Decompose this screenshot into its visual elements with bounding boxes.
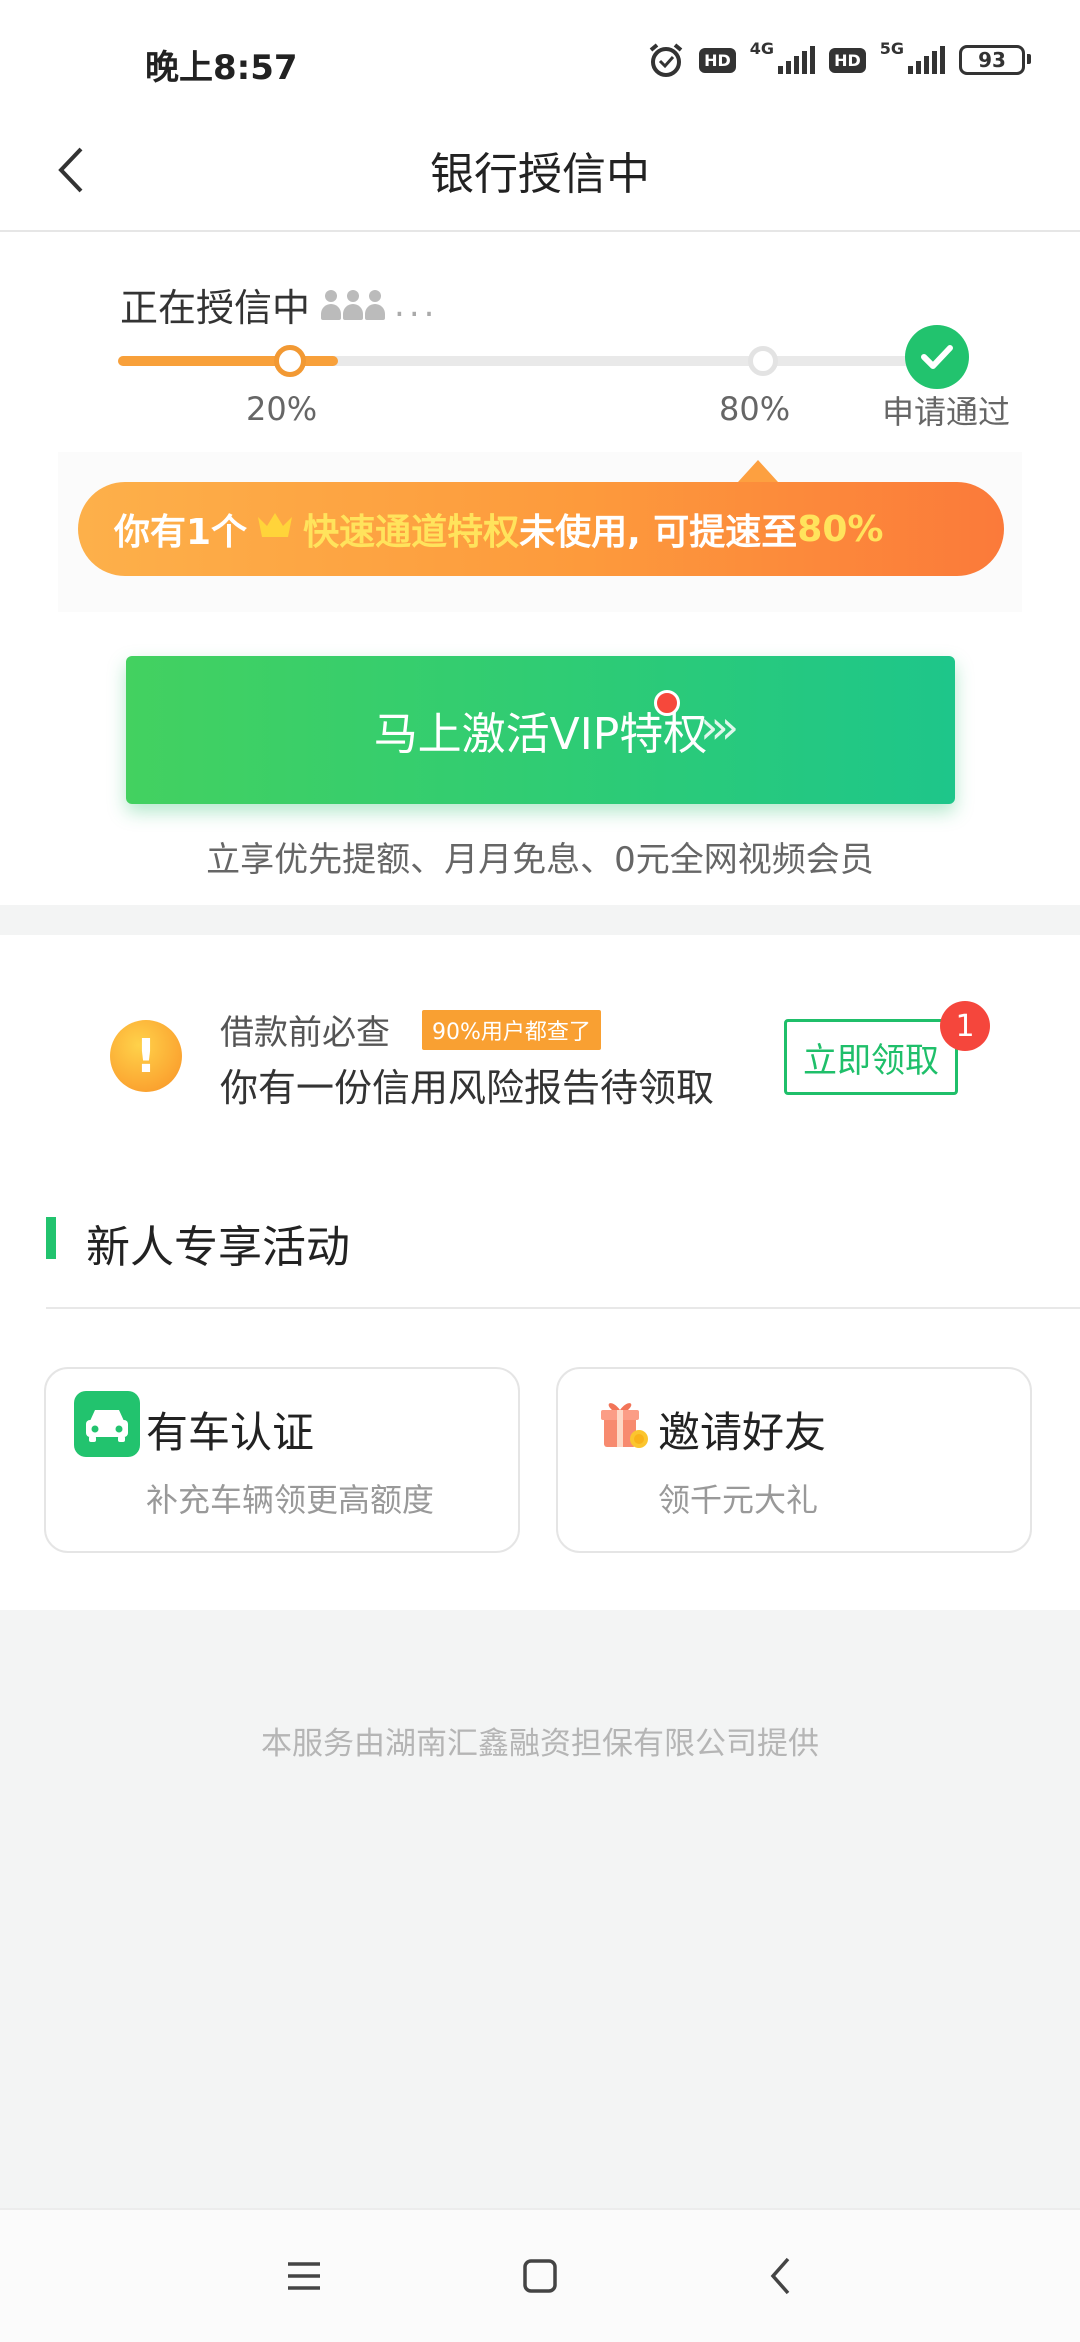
car-card-subtitle: 补充车辆领更高额度 (146, 1481, 435, 1519)
warning-icon: ! (110, 1020, 182, 1092)
home-icon (523, 2259, 557, 2293)
network-4g-label: 4G (749, 38, 775, 58)
invite-card-title: 邀请好友 (658, 1408, 827, 1457)
report-tag: 90%用户都查了 (422, 1010, 601, 1050)
system-back-button[interactable] (720, 2210, 840, 2342)
progress-status-text: 正在授信中 (120, 286, 311, 330)
signal-4g-icon (778, 46, 816, 74)
car-card-title: 有车认证 (146, 1408, 315, 1457)
fast-channel-promo[interactable]: 你有1个 快速通道特权 未使用, 可提速至 80% (78, 482, 1004, 576)
invite-friends-card[interactable]: 邀请好友 领千元大礼 (556, 1367, 1032, 1553)
progress-status: 正在授信中 ... (120, 277, 438, 332)
progress-done-icon (905, 325, 969, 389)
people-icon (320, 289, 386, 320)
promo-pointer (738, 460, 778, 482)
status-bar: 晚上8:57 HD 4G HD 5G 93 (0, 0, 1080, 110)
report-pre-text: 借款前必查 (220, 1013, 390, 1053)
report-main-text: 你有一份信用风险报告待领取 (220, 1066, 715, 1110)
promo-highlight: 快速通道特权 (303, 512, 520, 553)
section-accent-bar (46, 1217, 56, 1259)
page-title: 银行授信中 (430, 149, 650, 200)
status-time: 晚上8:57 (145, 48, 298, 88)
footer-provider-note: 本服务由湖南汇鑫融资担保有限公司提供 (261, 1726, 819, 1762)
car-verification-card[interactable]: 有车认证 补充车辆领更高额度 (44, 1367, 520, 1553)
gift-icon (594, 1393, 654, 1453)
home-button[interactable] (480, 2210, 600, 2342)
promo-text-1: 你有1个 (114, 512, 248, 553)
alarm-icon (649, 43, 683, 77)
battery-icon: 93 (959, 45, 1031, 75)
hd-icon: HD (699, 47, 736, 73)
step-label-approved: 申请通过 (882, 393, 1011, 431)
activate-vip-button[interactable]: 马上激活VIP特权 (126, 656, 955, 804)
hd-icon: HD (829, 47, 866, 73)
network-5g-label: 5G (879, 38, 904, 58)
menu-icon (288, 2262, 320, 2290)
promo-text-2: 未使用, 可提速至 (519, 512, 798, 553)
invite-card-subtitle: 领千元大礼 (658, 1481, 819, 1519)
claim-count-badge: 1 (940, 1001, 990, 1051)
system-navigation-bar (0, 2208, 1080, 2342)
back-icon (770, 2257, 790, 2295)
crown-icon (255, 509, 295, 550)
navigation-header: 银行授信中 (0, 110, 1080, 232)
progress-marker-80 (748, 346, 778, 376)
car-icon (74, 1391, 140, 1457)
step-label-80: 80% (719, 390, 791, 428)
chevrons-right-icon: ››› (700, 700, 739, 754)
claim-report-button[interactable]: 立即领取 (784, 1019, 958, 1095)
section-divider (46, 1307, 1080, 1309)
credit-progress-card: 正在授信中 ... 20% 80% 申请通过 你有1个 快速通道特权 未使用, … (0, 232, 1080, 905)
section-title: 新人专享活动 (86, 1222, 350, 1273)
check-icon (921, 345, 953, 369)
report-section: ! 借款前必查 90%用户都查了 你有一份信用风险报告待领取 立即领取 1 新人… (0, 935, 1080, 1610)
notification-dot (654, 690, 680, 716)
vip-benefits-text: 立享优先提额、月月免息、0元全网视频会员 (206, 840, 874, 880)
progress-marker-current (274, 345, 306, 377)
signal-5g-icon (908, 46, 945, 74)
loading-dots: ... (394, 284, 439, 325)
status-icons: HD 4G HD 5G 93 (647, 38, 1031, 80)
promo-target: 80% (797, 508, 884, 550)
menu-button[interactable] (244, 2210, 364, 2342)
step-label-20: 20% (246, 390, 318, 428)
